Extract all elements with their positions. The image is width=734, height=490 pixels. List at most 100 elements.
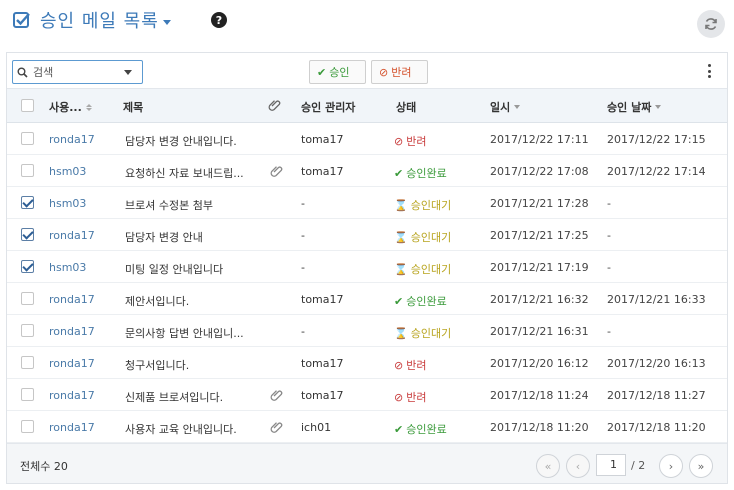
table-row[interactable]: ronda17 문의사항 답변 안내입니... - ⌛ 승인대기 2017/12/21 1… [7,315,727,347]
row-checkbox[interactable] [21,196,34,209]
refresh-icon [705,18,717,30]
row-user[interactable]: ronda17 [49,293,95,306]
row-status-label: 승인완료 [406,295,447,308]
first-page-button[interactable]: « [536,454,560,478]
waiting-status-icon: ⌛ [394,230,408,244]
row-subject[interactable]: 미팅 일정 안내입니다 [125,261,223,277]
table-row[interactable]: ronda17 청구서입니다. toma17 ⊘ 반려 2017/12/20 16:12 2… [7,347,727,379]
row-checkbox[interactable] [21,420,34,433]
waiting-status-icon: ⌛ [394,326,408,340]
rejected-status-icon: ⊘ [394,390,404,404]
row-checkbox[interactable] [21,292,34,305]
row-subject[interactable]: 제안서입니다. [125,293,189,309]
search-select[interactable]: 검색 [12,60,143,84]
row-datetime: 2017/12/21 17:25 [490,229,589,242]
row-approve-date: 2017/12/20 16:13 [607,357,706,370]
row-subject[interactable]: 신제품 브로셔입니다. [125,389,223,405]
question-icon: ? [211,12,227,28]
row-subject[interactable]: 청구서입니다. [125,357,189,373]
chevron-left-icon: ‹ [575,459,581,473]
check-icon: ✔ [317,65,327,79]
select-all-checkbox[interactable] [21,99,34,112]
row-manager: toma17 [301,357,344,370]
ban-icon: ⊘ [379,65,389,79]
row-datetime: 2017/12/22 17:08 [490,165,589,178]
row-user[interactable]: ronda17 [49,389,95,402]
row-user[interactable]: ronda17 [49,421,95,434]
column-subject[interactable]: 제목 [123,99,143,115]
row-user[interactable]: ronda17 [49,229,95,242]
toolbar: 검색 ✔ 승인 ⊘ 반려 [7,53,727,89]
caret-down-icon [162,19,171,25]
total-count: 전체수 20 [20,460,68,473]
table-row[interactable]: hsm03 브로셔 수정본 첨부 - ⌛ 승인대기 2017/12/21 17:28 - [7,187,727,219]
row-user[interactable]: hsm03 [49,197,86,210]
row-subject[interactable]: 담당자 변경 안내 [125,229,203,245]
row-status-label: 승인대기 [410,263,452,276]
row-manager: toma17 [301,293,344,306]
row-manager: toma17 [301,165,344,178]
waiting-status-icon: ⌛ [394,198,408,212]
row-user[interactable]: hsm03 [49,261,86,274]
row-subject[interactable]: 문의사항 답변 안내입니... [125,325,244,341]
column-approve-date[interactable]: 승인 날짜 [607,99,662,115]
table-row[interactable]: ronda17 담당자 변경 안내입니다. toma17 ⊘ 반려 2017/12/22 … [7,123,727,155]
row-subject[interactable]: 요청하신 자료 보내드립... [125,165,244,181]
help-button[interactable]: ? [201,12,227,28]
column-subject-label: 제목 [123,101,144,114]
row-checkbox[interactable] [21,164,34,177]
column-datetime[interactable]: 일시 [490,99,521,115]
row-checkbox[interactable] [21,260,34,273]
approved-status-icon: ✔ [394,294,404,308]
refresh-button[interactable] [697,10,725,38]
row-checkbox[interactable] [21,228,34,241]
reject-button[interactable]: ⊘ 반려 [371,60,428,84]
column-manager[interactable]: 승인 관리자 [301,99,355,115]
row-checkbox[interactable] [21,132,34,145]
title-dropdown[interactable]: 승인 메일 목록 [12,7,171,33]
row-subject[interactable]: 담당자 변경 안내입니다. [125,133,237,149]
row-status: ✔ 승인완료 [394,421,447,437]
column-status[interactable]: 상태 [396,99,416,115]
approved-status-icon: ✔ [394,166,404,180]
column-user-label: 사용... [49,101,82,114]
table-row[interactable]: ronda17 담당자 변경 안내 - ⌛ 승인대기 2017/12/21 17:25 - [7,219,727,251]
rejected-status-icon: ⊘ [394,358,404,372]
row-user[interactable]: ronda17 [49,325,95,338]
next-page-button[interactable]: › [659,454,683,478]
row-manager: toma17 [301,133,344,146]
row-checkbox[interactable] [21,324,34,337]
table-row[interactable]: ronda17 사용자 교육 안내입니다. ich01 ✔ 승인완료 2017/12/18… [7,411,727,443]
table-row[interactable]: ronda17 신제품 브로셔입니다. toma17 ⊘ 반려 2017/12/18 11… [7,379,727,411]
approve-label: 승인 [329,66,350,79]
row-subject[interactable]: 사용자 교육 안내입니다. [125,421,237,437]
caret-down-icon [124,70,132,75]
table-row[interactable]: hsm03 요청하신 자료 보내드립... toma17 ✔ 승인완료 2017/12/2… [7,155,727,187]
row-approve-date: 2017/12/18 11:27 [607,389,706,402]
row-checkbox[interactable] [21,388,34,401]
row-datetime: 2017/12/22 17:11 [490,133,589,146]
approve-button[interactable]: ✔ 승인 [309,60,366,84]
row-user[interactable]: ronda17 [49,357,95,370]
mail-list-panel: 검색 ✔ 승인 ⊘ 반려 사용... 제목 승인 관리자 상태 일시 승인 날짜… [6,52,728,484]
row-status: ⊘ 반려 [394,389,426,405]
more-menu-icon[interactable] [707,64,711,78]
row-status-label: 승인완료 [406,423,447,436]
row-status: ✔ 승인완료 [394,165,447,181]
checkbox-list-icon [12,10,32,30]
row-checkbox[interactable] [21,356,34,369]
double-chevron-left-icon: « [544,459,552,473]
prev-page-button[interactable]: ‹ [566,454,590,478]
double-chevron-right-icon: » [697,459,705,473]
row-status: ⌛ 승인대기 [394,261,451,277]
row-user[interactable]: hsm03 [49,165,86,178]
table-row[interactable]: hsm03 미팅 일정 안내입니다 - ⌛ 승인대기 2017/12/21 17:19 - [7,251,727,283]
row-user[interactable]: ronda17 [49,133,95,146]
row-subject[interactable]: 브로셔 수정본 첨부 [125,197,213,213]
approved-status-icon: ✔ [394,422,404,436]
page-input[interactable]: 1 [596,454,626,476]
last-page-button[interactable]: » [689,454,713,478]
table-row[interactable]: ronda17 제안서입니다. toma17 ✔ 승인완료 2017/12/21 16:3… [7,283,727,315]
column-user[interactable]: 사용... [49,99,92,115]
row-status: ⊘ 반려 [394,357,426,373]
